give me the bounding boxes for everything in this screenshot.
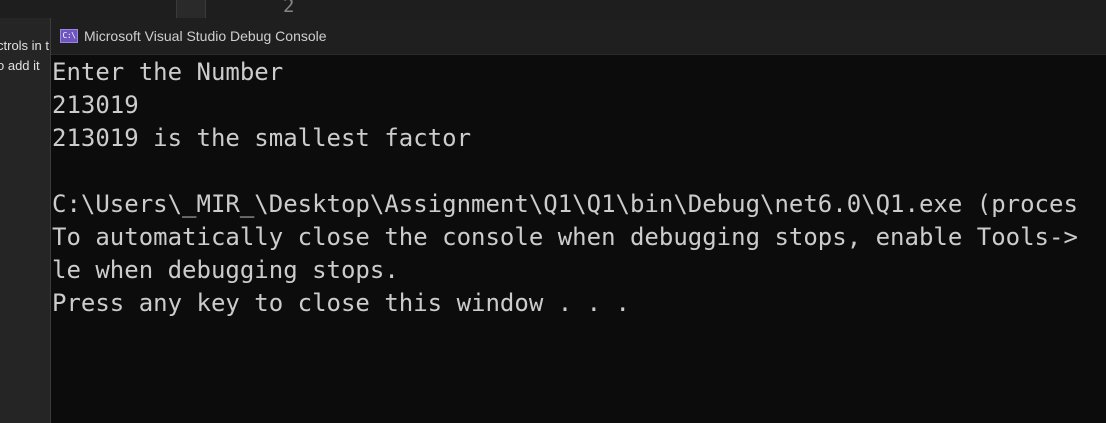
console-line: le when debugging stops. <box>52 256 399 284</box>
background-side-panel: ctrols in t o add it <box>0 18 50 423</box>
title-bar[interactable]: C:\ Microsoft Visual Studio Debug Consol… <box>51 18 1106 55</box>
console-line: 213019 is the smallest factor <box>52 124 472 152</box>
background-side-text: o add it <box>0 58 40 73</box>
debug-console-window[interactable]: C:\ Microsoft Visual Studio Debug Consol… <box>50 18 1106 423</box>
console-line: To automatically close the console when … <box>52 223 1078 251</box>
console-line: 213019 <box>52 91 139 119</box>
console-app-icon: C:\ <box>60 29 78 43</box>
screen: 2 ctrols in t o add it C:\ Microsoft Vis… <box>0 0 1106 423</box>
background-editor-gutter <box>176 0 206 18</box>
background-editor-area <box>0 0 1106 18</box>
background-line-number: 2 <box>283 0 295 17</box>
console-line: C:\Users\_MIR_\Desktop\Assignment\Q1\Q1\… <box>52 190 1078 218</box>
console-output[interactable]: Enter the Number 213019 213019 is the sm… <box>51 55 1106 423</box>
background-side-text: ctrols in t <box>0 38 50 53</box>
console-line: Enter the Number <box>52 58 284 86</box>
window-title: Microsoft Visual Studio Debug Console <box>84 28 327 44</box>
console-line: Press any key to close this window . . . <box>52 289 630 317</box>
